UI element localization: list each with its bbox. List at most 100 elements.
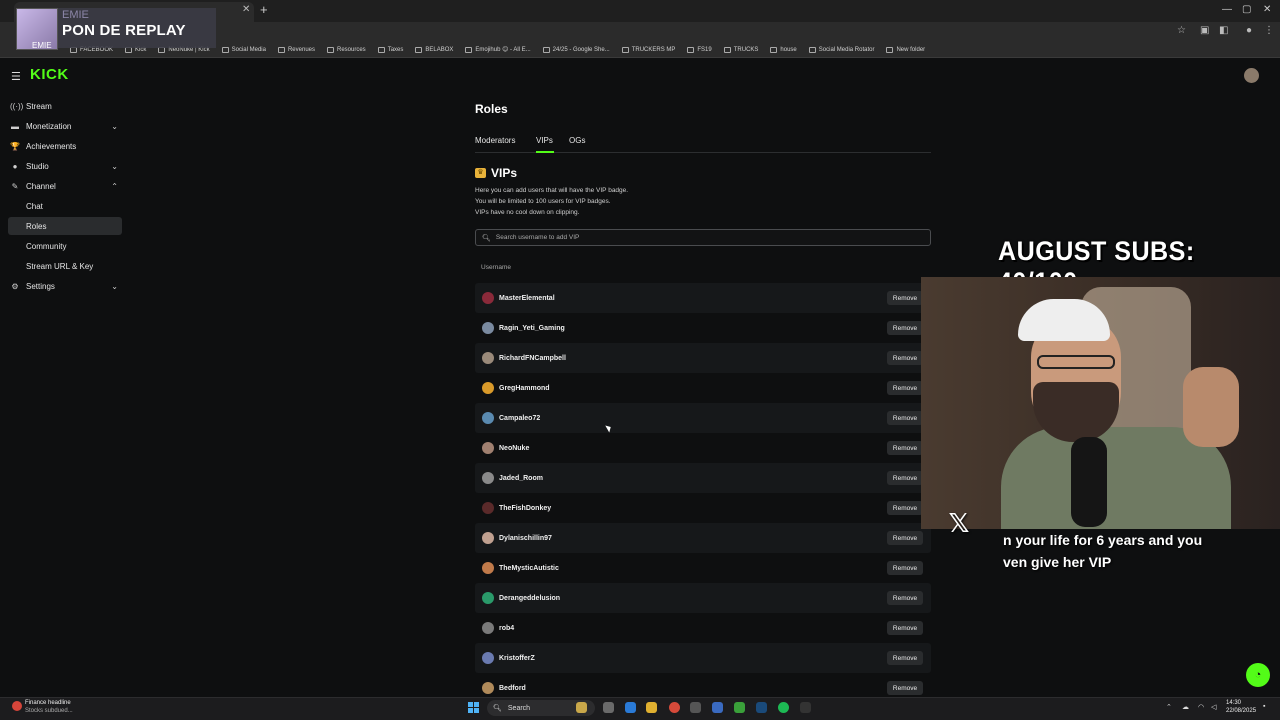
tab-vips[interactable]: VIPs: [536, 136, 553, 145]
vip-username[interactable]: GregHammond: [499, 385, 550, 392]
news-widget-icon[interactable]: [12, 701, 22, 711]
sidebar-subitem-community[interactable]: Community: [8, 237, 122, 255]
vip-username[interactable]: Bedford: [499, 685, 526, 692]
vip-username[interactable]: Jaded_Room: [499, 475, 543, 482]
task-view-icon[interactable]: [603, 702, 614, 713]
sidebar-item-settings[interactable]: ⚙ Settings ⌄: [8, 277, 122, 295]
puzzle-icon[interactable]: ◧: [1219, 25, 1228, 36]
sidebar-item-stream[interactable]: ((·)) Stream: [8, 97, 122, 115]
search-box[interactable]: 🔍︎: [475, 229, 931, 246]
close-tab-icon[interactable]: ✕: [242, 4, 250, 15]
window-close-icon[interactable]: ✕: [1263, 4, 1271, 15]
vip-username[interactable]: Derangeddelusion: [499, 595, 560, 602]
vip-username[interactable]: TheMysticAutistic: [499, 565, 559, 572]
spotify-icon[interactable]: [778, 702, 789, 713]
avatar: [482, 592, 494, 604]
bookmark-item[interactable]: BELABOX: [415, 46, 453, 53]
overlay-label: EMIE: [62, 9, 89, 21]
sidebar-item-achievements[interactable]: 🏆 Achievements: [8, 137, 122, 155]
kick-logo[interactable]: KICK: [30, 66, 69, 83]
extensions-icon[interactable]: ▣: [1200, 25, 1209, 36]
search-input[interactable]: [495, 234, 896, 241]
remove-vip-button[interactable]: Remove: [887, 531, 923, 545]
tray-app-icon[interactable]: ☁: [1182, 703, 1189, 711]
app-icon[interactable]: [712, 702, 723, 713]
vip-username[interactable]: Campaleo72: [499, 415, 540, 422]
notification-icon[interactable]: ▪: [1263, 703, 1265, 710]
remove-vip-button[interactable]: Remove: [887, 321, 923, 335]
bookmark-item[interactable]: Revenues: [277, 46, 315, 53]
app-icon[interactable]: [800, 702, 811, 713]
bookmark-label: Social Media Rotator: [818, 46, 875, 53]
bookmark-item[interactable]: Taxes: [377, 46, 403, 53]
search-icon: 🔍︎: [493, 705, 502, 712]
sidebar-subitem-chat[interactable]: Chat: [8, 197, 122, 215]
support-chat-icon[interactable]: ◔: [1246, 663, 1270, 687]
remove-vip-button[interactable]: Remove: [887, 561, 923, 575]
bookmark-item[interactable]: FS19: [687, 46, 712, 53]
hamburger-menu-icon[interactable]: ☰: [11, 70, 21, 83]
steam-icon[interactable]: [756, 702, 767, 713]
chrome-icon[interactable]: [669, 702, 680, 713]
wifi-icon[interactable]: ◠: [1198, 703, 1204, 711]
bookmark-item[interactable]: TRUCKS: [723, 46, 758, 53]
sidebar-subitem-stream-url-key[interactable]: Stream URL & Key: [8, 257, 122, 275]
maximize-icon[interactable]: ▢: [1242, 4, 1251, 15]
windows-start-icon[interactable]: [468, 702, 479, 713]
sidebar-item-studio[interactable]: ● Studio ⌄: [8, 157, 122, 175]
tray-chevron-icon[interactable]: ⌃: [1166, 703, 1172, 711]
remove-vip-button[interactable]: Remove: [887, 291, 923, 305]
remove-vip-button[interactable]: Remove: [887, 471, 923, 485]
remove-vip-button[interactable]: Remove: [887, 441, 923, 455]
bookmark-label: FS19: [697, 46, 712, 53]
menu-dots-icon[interactable]: ⋮: [1264, 25, 1274, 36]
vip-username[interactable]: NeoNuke: [499, 445, 529, 452]
remove-vip-button[interactable]: Remove: [887, 411, 923, 425]
minimize-icon[interactable]: —: [1222, 4, 1232, 15]
vip-username[interactable]: Ragin_Yeti_Gaming: [499, 325, 565, 332]
clock-date[interactable]: 22/08/2025: [1226, 708, 1256, 714]
remove-vip-button[interactable]: Remove: [887, 351, 923, 365]
bookmark-item[interactable]: Social Media Rotator: [808, 46, 875, 53]
folder-icon: [277, 46, 285, 53]
star-icon[interactable]: ☆: [1177, 25, 1186, 36]
vip-username[interactable]: TheFishDonkey: [499, 505, 551, 512]
vip-username[interactable]: Dylanischillin97: [499, 535, 552, 542]
vip-username[interactable]: rob4: [499, 625, 514, 632]
bookmark-item[interactable]: TRUCKERS MP: [621, 46, 675, 53]
remove-vip-button[interactable]: Remove: [887, 591, 923, 605]
sidebar-subitem-roles[interactable]: Roles: [8, 217, 122, 235]
tab-ogs[interactable]: OGs: [569, 136, 585, 145]
app-icon[interactable]: [690, 702, 701, 713]
taskbar-app-widget-icon[interactable]: [576, 702, 587, 713]
news-widget-title[interactable]: Finance headline: [25, 700, 71, 706]
vip-username[interactable]: KristofferZ: [499, 655, 535, 662]
user-avatar[interactable]: [1244, 68, 1259, 83]
profile-icon[interactable]: ●: [1246, 25, 1252, 36]
remove-vip-button[interactable]: Remove: [887, 681, 923, 695]
folder-icon: [415, 46, 423, 53]
xbox-icon[interactable]: [734, 702, 745, 713]
bookmark-item[interactable]: New folder: [886, 46, 925, 53]
sidebar-item-channel[interactable]: ✎ Channel ⌃: [8, 177, 122, 195]
remove-vip-button[interactable]: Remove: [887, 501, 923, 515]
clock-time[interactable]: 14:30: [1226, 700, 1241, 706]
new-tab-icon[interactable]: +: [260, 2, 268, 17]
bookmark-item[interactable]: 24/25 - Google She...: [542, 46, 610, 53]
bookmark-item[interactable]: Resources: [327, 46, 366, 53]
remove-vip-button[interactable]: Remove: [887, 381, 923, 395]
vip-username[interactable]: RichardFNCampbell: [499, 355, 566, 362]
file-explorer-icon[interactable]: [646, 702, 657, 713]
crown-icon: ♛: [475, 168, 486, 178]
tab-moderators[interactable]: Moderators: [475, 136, 515, 145]
remove-vip-button[interactable]: Remove: [887, 651, 923, 665]
bookmark-item[interactable]: Social Media: [221, 46, 266, 53]
vip-list: MasterElemental Remove Ragin_Yeti_Gaming Re…: [475, 283, 931, 703]
bookmark-item[interactable]: house: [770, 46, 797, 53]
vip-username[interactable]: MasterElemental: [499, 295, 555, 302]
remove-vip-button[interactable]: Remove: [887, 621, 923, 635]
edge-icon[interactable]: [625, 702, 636, 713]
sidebar-item-monetization[interactable]: ▬ Monetization ⌄: [8, 117, 122, 135]
volume-icon[interactable]: ◁: [1211, 703, 1216, 711]
bookmark-item[interactable]: Emojihub 😊 - All E...: [465, 46, 531, 53]
